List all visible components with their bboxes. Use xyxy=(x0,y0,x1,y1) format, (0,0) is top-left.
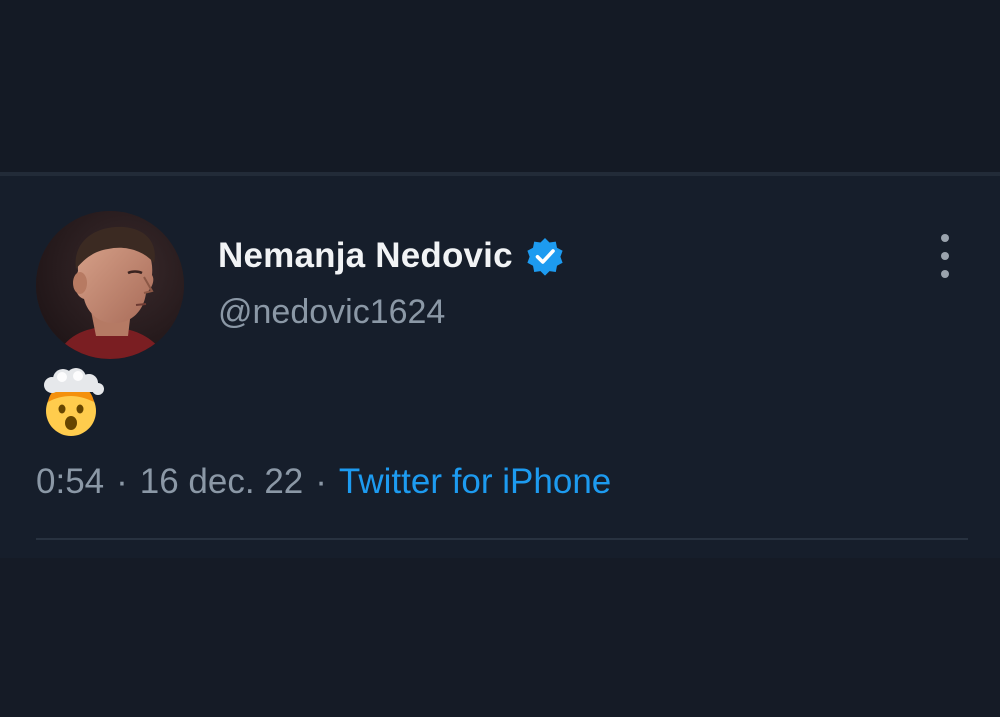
avatar-photo-icon xyxy=(36,211,184,359)
more-options-icon[interactable] xyxy=(932,234,958,278)
tweet-date[interactable]: 16 dec. 22 xyxy=(140,462,303,502)
more-dot xyxy=(941,252,949,260)
verified-badge-icon xyxy=(525,236,565,276)
author-name-row[interactable]: Nemanja Nedovic xyxy=(218,234,565,278)
more-dot xyxy=(941,234,949,242)
author-handle[interactable]: @nedovic1624 xyxy=(218,293,445,332)
tweet-card: Nemanja Nedovic @nedovic1624 0:54 · 16 d… xyxy=(0,176,1000,558)
more-dot xyxy=(941,270,949,278)
tweet-meta: 0:54 · 16 dec. 22 · Twitter for iPhone xyxy=(36,460,611,504)
author-display-name[interactable]: Nemanja Nedovic xyxy=(218,236,513,276)
tweet-source-link[interactable]: Twitter for iPhone xyxy=(339,462,611,502)
avatar[interactable] xyxy=(36,211,184,359)
tweet-text xyxy=(38,368,108,438)
meta-separator: · xyxy=(315,462,327,501)
exploding-head-emoji-icon xyxy=(44,368,104,436)
top-background xyxy=(0,0,1000,172)
divider xyxy=(36,538,968,540)
tweet-time[interactable]: 0:54 xyxy=(36,462,104,502)
meta-separator: · xyxy=(116,462,128,501)
bottom-background xyxy=(0,558,1000,717)
